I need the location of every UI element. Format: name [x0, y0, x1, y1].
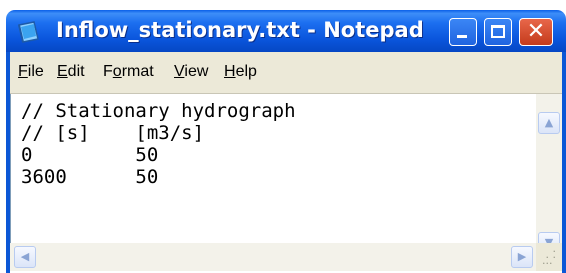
- minimize-icon: [457, 35, 467, 38]
- title-bar[interactable]: Inflow_stationary.txt - Notepad ✕: [6, 10, 566, 52]
- menu-label: View: [174, 63, 209, 80]
- text-line: 0 50: [21, 144, 159, 166]
- menu-format[interactable]: Format: [103, 63, 154, 81]
- chevron-right-icon: ▶: [517, 250, 527, 263]
- horizontal-scrollbar[interactable]: ◀ ▶: [10, 243, 536, 271]
- vertical-scrollbar[interactable]: ▲ ▼: [536, 94, 562, 254]
- maximize-button[interactable]: [484, 18, 512, 46]
- text-editor[interactable]: // Stationary hydrograph // [s] [m3/s] 0…: [10, 94, 536, 243]
- scroll-up-button[interactable]: ▲: [538, 112, 560, 134]
- scroll-right-button[interactable]: ▶: [511, 246, 533, 268]
- chevron-up-icon: ▲: [544, 116, 554, 129]
- menu-bar: File Edit Format View Help: [10, 52, 562, 94]
- menu-label: Format: [103, 63, 154, 80]
- menu-label: Help: [224, 63, 257, 80]
- menu-view[interactable]: View: [174, 63, 208, 81]
- minimize-button[interactable]: [449, 18, 477, 46]
- menu-label: Edit: [57, 63, 85, 80]
- chevron-left-icon: ◀: [20, 250, 30, 263]
- menu-help[interactable]: Help: [224, 63, 257, 81]
- menu-label: File: [18, 63, 44, 80]
- menu-edit[interactable]: Edit: [57, 63, 85, 81]
- resize-grip[interactable]: · · · ···: [536, 243, 562, 271]
- maximize-icon: [491, 25, 505, 38]
- text-line: // [s] [m3/s]: [21, 122, 205, 144]
- notepad-icon: [18, 21, 39, 43]
- grip-icon: · · · ···: [542, 245, 556, 270]
- window-title: Inflow_stationary.txt - Notepad: [56, 18, 424, 42]
- text-line: // Stationary hydrograph: [21, 100, 296, 122]
- notepad-window: Inflow_stationary.txt - Notepad ✕ File E…: [0, 0, 566, 273]
- menu-file[interactable]: File: [18, 63, 44, 81]
- close-button[interactable]: ✕: [519, 18, 553, 46]
- window-border-right: [562, 52, 566, 273]
- document-text[interactable]: // Stationary hydrograph // [s] [m3/s] 0…: [21, 100, 296, 188]
- close-icon: ✕: [526, 19, 546, 44]
- text-line: 3600 50: [21, 166, 159, 188]
- scroll-left-button[interactable]: ◀: [14, 246, 36, 268]
